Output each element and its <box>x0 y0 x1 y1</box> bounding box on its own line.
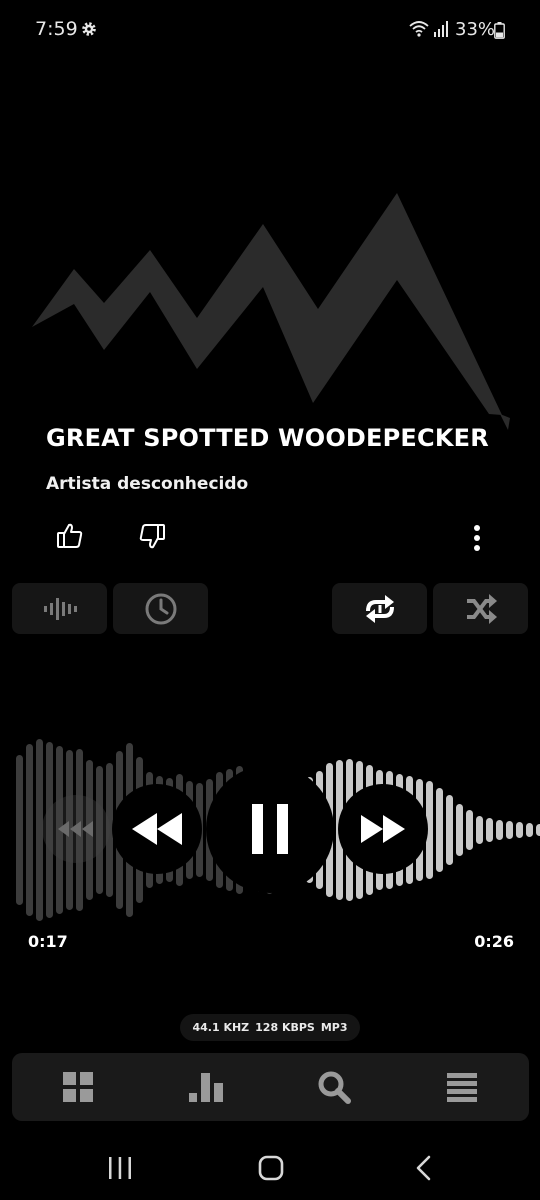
repeat-button[interactable] <box>332 583 427 634</box>
queue-icon <box>447 1073 477 1102</box>
bottom-nav <box>12 1053 529 1121</box>
mountain-peaks-graphic <box>32 193 502 415</box>
waveform-bar <box>536 824 540 836</box>
waveform-bar <box>456 804 463 856</box>
more-vertical-icon <box>474 525 480 551</box>
gear-icon <box>82 22 96 36</box>
audio-info-badge: 44.1 KHZ 128 KBPS MP3 <box>180 1014 360 1041</box>
signal-icon <box>434 21 448 37</box>
waveform-bar <box>26 744 33 916</box>
fast-forward-button[interactable] <box>338 784 428 874</box>
system-nav-bar <box>0 1140 540 1200</box>
bitrate: 128 KBPS <box>255 1021 315 1034</box>
visualizer-button[interactable] <box>12 583 107 634</box>
waveform-bar <box>486 818 493 842</box>
music-player-screen: 7:59 33% GREAT SPOTTED WOODEPECKER Artis… <box>0 0 540 1200</box>
elapsed-time: 0:17 <box>28 932 68 951</box>
sample-rate: 44.1 KHZ <box>192 1021 250 1034</box>
repeat-one-icon <box>365 594 394 623</box>
pause-icon <box>252 804 288 854</box>
status-time: 7:59 <box>35 18 78 40</box>
shuffle-icon <box>466 593 497 624</box>
waveform-bar <box>506 821 513 839</box>
recents-button[interactable] <box>100 1152 140 1184</box>
play-pause-button[interactable] <box>206 765 334 893</box>
back-icon <box>416 1155 431 1181</box>
recents-icon <box>109 1157 131 1179</box>
library-grid-icon <box>63 1072 93 1102</box>
waveform-bar <box>516 822 523 838</box>
fast-forward-icon <box>361 815 405 843</box>
replay-button[interactable] <box>42 795 110 863</box>
search-icon <box>318 1071 351 1104</box>
waveform-bar <box>16 755 23 905</box>
rewind-icon <box>132 813 182 845</box>
home-icon <box>258 1155 284 1181</box>
sleep-timer-button[interactable] <box>113 583 208 634</box>
audio-format: MP3 <box>320 1021 348 1034</box>
nav-queue-button[interactable] <box>444 1069 480 1105</box>
nav-search-button[interactable] <box>316 1069 352 1105</box>
stats-icon <box>189 1073 223 1102</box>
waveform-bar <box>436 788 443 872</box>
album-art <box>32 193 510 430</box>
back-button[interactable] <box>403 1152 443 1184</box>
waveform-bar <box>466 810 473 850</box>
home-button[interactable] <box>251 1152 291 1184</box>
waveform-bar <box>446 795 453 865</box>
shuffle-button[interactable] <box>433 583 528 634</box>
visualizer-icon <box>43 597 77 620</box>
waveform-bar <box>496 820 503 840</box>
battery-percent: 33% <box>455 19 496 40</box>
more-options-button[interactable] <box>462 520 492 556</box>
thumbs-up-icon <box>57 523 83 548</box>
rewind-button[interactable] <box>112 784 202 874</box>
artist-name[interactable]: Artista desconhecido <box>46 474 248 494</box>
waveform-bar <box>476 816 483 844</box>
song-title: GREAT SPOTTED WOODEPECKER <box>46 424 489 452</box>
status-bar: 7:59 33% <box>0 0 540 60</box>
battery-icon <box>494 22 505 39</box>
like-button[interactable] <box>52 518 88 554</box>
total-time: 0:26 <box>474 932 514 951</box>
wifi-icon <box>409 21 429 37</box>
nav-library-button[interactable] <box>60 1069 96 1105</box>
thumbs-down-icon <box>139 524 165 549</box>
waveform-bar <box>526 823 533 837</box>
dislike-button[interactable] <box>134 518 170 554</box>
replay-icon <box>58 821 93 837</box>
nav-stats-button[interactable] <box>188 1069 224 1105</box>
sleep-timer-icon <box>145 593 176 624</box>
